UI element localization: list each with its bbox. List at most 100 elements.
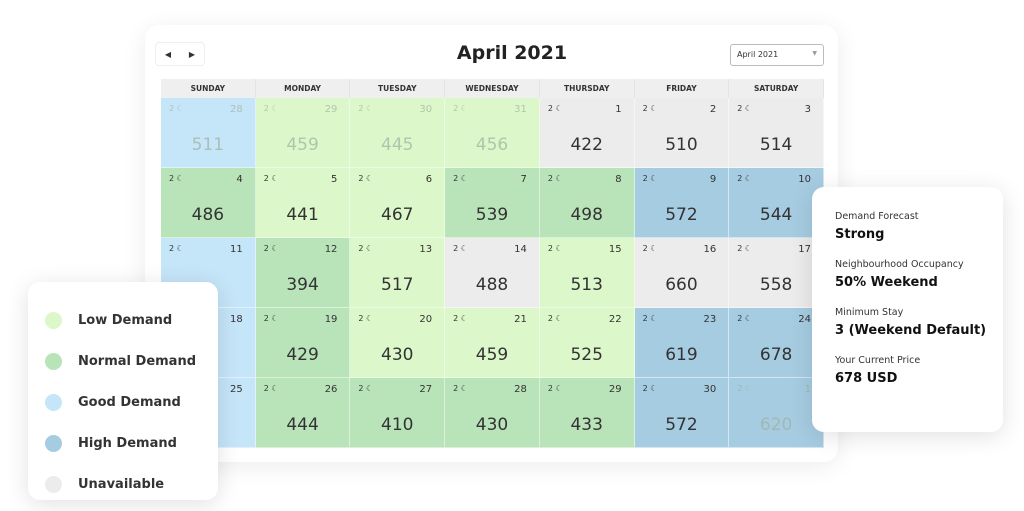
moon-icon: ☾ [174,104,184,113]
min-stay: 2 ☾ [737,314,752,323]
min-stay: 2 ☾ [737,244,752,253]
legend-swatch [45,394,62,411]
day-number: 11 [229,244,243,255]
day-number: 28 [514,384,527,395]
day-price: 517 [381,275,414,295]
calendar-day-cell[interactable]: 2 ☾ 19 429 [255,308,351,378]
min-stay: 2 ☾ [169,244,184,253]
month-nav: ◀ ▶ [155,42,205,66]
legend-item: Normal Demand [45,341,218,382]
calendar-day-cell[interactable]: 2 ☾ 27 410 [350,378,446,448]
weekday-header: SATURDAY [729,79,824,98]
calendar-day-cell[interactable]: 2 ☾ 17 558 [729,238,824,308]
calendar-day-cell[interactable]: 2 ☾ 7 539 [445,168,540,238]
day-details-panel: Demand Forecast Strong Neighbourhood Occup… [812,187,1003,432]
calendar-day-cell[interactable]: 2 ☾ 3 514 [729,98,824,168]
day-number: 1 [804,384,811,395]
moon-icon: ☾ [268,244,279,253]
caret-left-icon[interactable]: ◀ [165,50,171,59]
moon-icon: ☾ [552,384,563,393]
moon-icon: ☾ [647,314,658,323]
calendar-day-cell[interactable]: 2 ☾ 16 660 [634,238,730,308]
day-price: 445 [381,135,414,155]
day-number: 30 [419,104,433,115]
day-number: 5 [331,174,338,185]
day-number: 26 [324,384,338,395]
day-number: 12 [324,244,338,255]
min-stay: 2 ☾ [737,174,752,183]
calendar-day-cell[interactable]: 2 ☾ 30 445 [350,98,446,168]
moon-icon: ☾ [552,244,563,253]
moon-icon: ☾ [742,384,753,393]
day-number: 28 [229,104,243,115]
calendar-day-cell[interactable]: 2 ☾ 10 544 [729,168,824,238]
day-number: 8 [615,174,622,185]
caret-right-icon[interactable]: ▶ [189,50,195,59]
min-stay: 2 ☾ [264,384,279,393]
legend-label: Good Demand [78,395,181,410]
calendar-day-cell[interactable]: 2 ☾ 29 433 [539,378,635,448]
day-number: 20 [419,314,433,325]
min-stay: 2 ☾ [264,104,279,113]
moon-icon: ☾ [458,384,468,393]
calendar-day-cell[interactable]: 2 ☾ 4 486 [161,168,256,238]
calendar-day-cell[interactable]: 2 ☾ 20 430 [350,308,446,378]
moon-icon: ☾ [742,104,753,113]
min-stay: 2 ☾ [453,174,468,183]
moon-icon: ☾ [363,174,374,183]
moon-icon: ☾ [174,174,184,183]
day-price: 525 [570,345,603,365]
calendar-day-cell[interactable]: 2 ☾ 23 619 [634,308,730,378]
day-price: 422 [570,135,603,155]
day-number: 27 [419,384,433,395]
month-select[interactable]: April 2021 ▼ [730,44,824,66]
calendar-day-cell[interactable]: 2 ☾ 2 510 [634,98,730,168]
moon-icon: ☾ [174,244,184,253]
min-stay: 2 ☾ [264,174,279,183]
calendar-day-cell[interactable]: 2 ☾ 1 620 [729,378,824,448]
calendar-day-cell[interactable]: 2 ☾ 30 572 [634,378,730,448]
calendar-day-cell[interactable]: 2 ☾ 31 456 [445,98,540,168]
info-value: 678 USD [835,371,898,386]
calendar-day-cell[interactable]: 2 ☾ 28 430 [445,378,540,448]
weekday-header: TUESDAY [350,79,446,98]
calendar-day-cell[interactable]: 2 ☾ 5 441 [255,168,351,238]
day-number: 17 [798,244,811,255]
moon-icon: ☾ [552,314,563,323]
calendar-day-cell[interactable]: 2 ☾ 6 467 [350,168,446,238]
day-price: 394 [286,275,319,295]
min-stay: 2 ☾ [643,174,658,183]
calendar-day-cell[interactable]: 2 ☾ 14 488 [445,238,540,308]
calendar-day-cell[interactable]: 2 ☾ 22 525 [539,308,635,378]
calendar-day-cell[interactable]: 2 ☾ 29 459 [255,98,351,168]
day-number: 1 [615,104,622,115]
calendar-day-cell[interactable]: 2 ☾ 26 444 [255,378,351,448]
calendar-day-cell[interactable]: 2 ☾ 24 678 [729,308,824,378]
moon-icon: ☾ [458,314,468,323]
info-value: 3 (Weekend Default) [835,323,987,338]
calendar-day-cell[interactable]: 2 ☾ 8 498 [539,168,635,238]
calendar-day-cell[interactable]: 2 ☾ 28 511 [161,98,256,168]
min-stay: 2 ☾ [358,104,373,113]
calendar-day-cell[interactable]: 2 ☾ 13 517 [350,238,446,308]
calendar-day-cell[interactable]: 2 ☾ 12 394 [255,238,351,308]
calendar-day-cell[interactable]: 2 ☾ 15 513 [539,238,635,308]
day-number: 13 [419,244,433,255]
min-stay: 2 ☾ [453,314,468,323]
day-price: 498 [570,205,603,225]
calendar-day-cell[interactable]: 2 ☾ 21 459 [445,308,540,378]
day-number: 3 [804,104,811,115]
min-stay: 2 ☾ [548,314,563,323]
min-stay: 2 ☾ [548,384,563,393]
day-price: 429 [286,345,319,365]
moon-icon: ☾ [742,244,753,253]
calendar-day-cell[interactable]: 2 ☾ 9 572 [634,168,730,238]
moon-icon: ☾ [647,244,658,253]
weekday-header: MONDAY [255,79,351,98]
min-stay: 2 ☾ [548,174,563,183]
min-stay: 2 ☾ [358,384,373,393]
day-price: 430 [475,415,509,435]
day-number: 16 [703,244,717,255]
day-price: 433 [570,415,603,435]
calendar-day-cell[interactable]: 2 ☾ 1 422 [539,98,635,168]
